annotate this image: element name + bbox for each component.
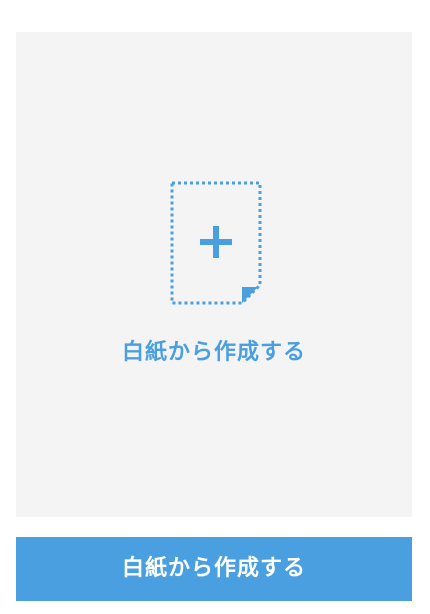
create-blank-card-label: 白紙から作成する (121, 340, 306, 365)
new-blank-document-icon (170, 181, 262, 305)
create-blank-card[interactable]: 白紙から作成する (16, 32, 412, 517)
create-blank-button[interactable]: 白紙から作成する (16, 537, 412, 601)
